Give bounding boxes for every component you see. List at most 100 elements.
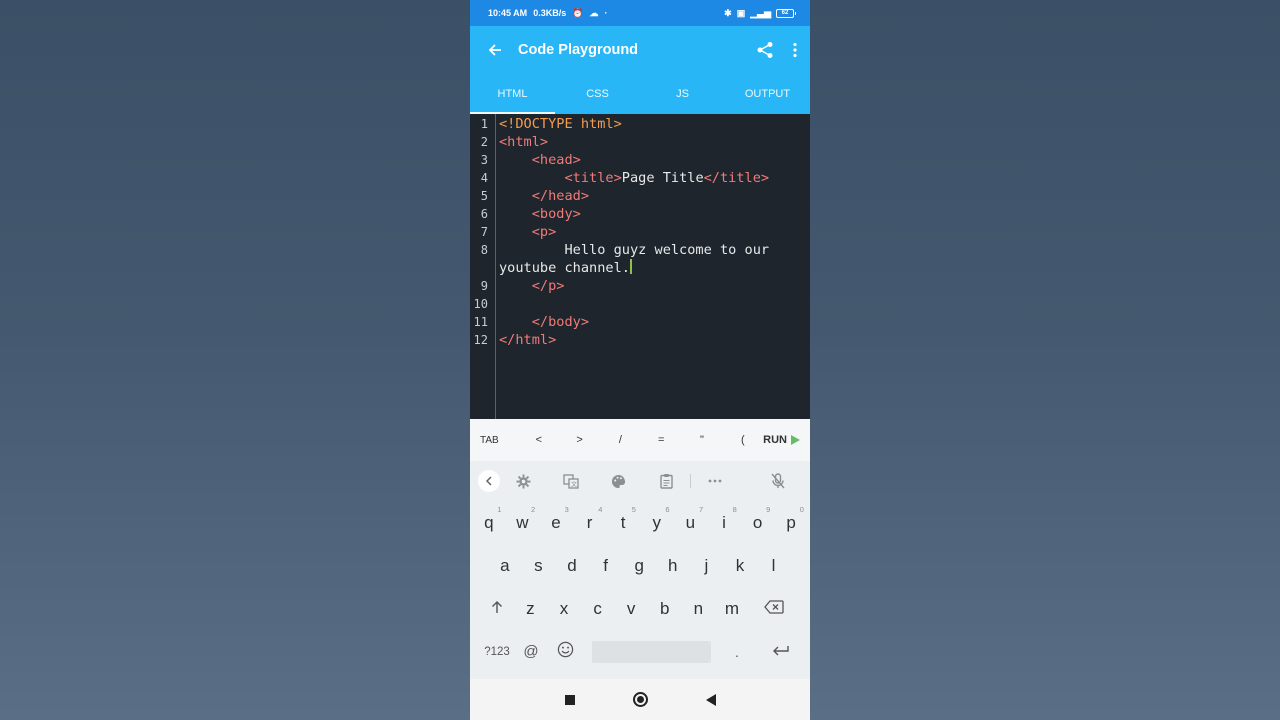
symbol-key-equals[interactable]: = xyxy=(641,434,682,446)
line-number xyxy=(470,259,495,277)
line-number: 3 xyxy=(480,153,488,167)
key-e[interactable]: e3 xyxy=(539,505,573,533)
code-line: </body> xyxy=(499,313,769,331)
play-icon xyxy=(791,435,801,445)
symbol-key-gt[interactable]: > xyxy=(559,434,600,446)
code-token: </title> xyxy=(703,170,770,186)
key-a[interactable]: a xyxy=(488,556,522,576)
code-token: Page Title xyxy=(621,170,704,186)
space-bar[interactable] xyxy=(592,640,711,663)
volte-icon: ▣ xyxy=(736,7,746,18)
key-q[interactable]: q1 xyxy=(472,505,506,533)
code-token: </body> xyxy=(531,314,590,330)
home-icon[interactable] xyxy=(632,692,648,707)
code-token: <title> xyxy=(564,170,622,186)
code-line: <body> xyxy=(499,205,769,223)
tab-html[interactable]: HTML xyxy=(470,74,555,114)
symbol-key-quote[interactable]: " xyxy=(682,434,723,446)
mic-off-icon[interactable] xyxy=(755,473,803,489)
text-cursor xyxy=(629,259,632,274)
translate-icon[interactable]: 文 xyxy=(548,473,596,489)
line-number: 8 xyxy=(480,243,488,257)
code-line: </head> xyxy=(499,187,769,205)
key-u[interactable]: u7 xyxy=(674,505,708,533)
line-number: 9 xyxy=(480,279,488,293)
key-w[interactable]: w2 xyxy=(506,505,540,533)
more-horiz-icon[interactable] xyxy=(691,479,739,483)
code-line: Hello guyz welcome to our xyxy=(499,241,769,259)
emoji-icon[interactable] xyxy=(548,641,582,663)
shift-icon[interactable] xyxy=(480,599,514,619)
keyboard-row-3: z x c v b n m xyxy=(470,587,810,630)
code-editor[interactable]: 1 2 3 4 5 6 7 8 9 10 11 12 <!DOCTYPE htm… xyxy=(470,114,810,419)
tab-css[interactable]: CSS xyxy=(555,74,640,114)
symbol-key-paren[interactable]: ( xyxy=(722,434,763,446)
key-v[interactable]: v xyxy=(614,599,648,619)
more-vert-icon[interactable] xyxy=(792,42,798,58)
app-bar: Code Playground xyxy=(470,26,810,74)
tab-js[interactable]: JS xyxy=(640,74,725,114)
settings-icon[interactable] xyxy=(500,473,548,489)
key-t[interactable]: t5 xyxy=(606,505,640,533)
key-o[interactable]: o9 xyxy=(741,505,775,533)
back-triangle-icon[interactable] xyxy=(705,693,716,706)
key-x[interactable]: x xyxy=(547,599,581,619)
key-at[interactable]: @ xyxy=(514,643,548,660)
keyboard-row-4: ?123 @ . xyxy=(470,630,810,673)
code-content[interactable]: <!DOCTYPE html> <html> <head> <title>Pag… xyxy=(496,114,769,419)
key-l[interactable]: l xyxy=(757,556,791,576)
code-token: </p> xyxy=(531,278,565,294)
network-speed: 0.3KB/s xyxy=(533,8,567,18)
tab-output[interactable]: OUTPUT xyxy=(725,74,810,114)
svg-text:文: 文 xyxy=(571,480,577,488)
key-h[interactable]: h xyxy=(656,556,690,576)
chevron-left-icon[interactable] xyxy=(478,470,500,492)
code-line: </p> xyxy=(499,277,769,295)
enter-icon[interactable] xyxy=(751,642,810,662)
code-line: <p> xyxy=(499,223,769,241)
key-s[interactable]: s xyxy=(522,556,556,576)
backspace-icon[interactable] xyxy=(757,599,791,619)
symbol-key-lt[interactable]: < xyxy=(518,434,559,446)
key-m[interactable]: m xyxy=(715,599,749,619)
code-line: </html> xyxy=(499,331,769,349)
bluetooth-icon: ✱ xyxy=(724,7,732,18)
dot-icon: · xyxy=(604,7,608,18)
keyboard-toolbar: 文 xyxy=(470,461,810,501)
key-f[interactable]: f xyxy=(589,556,623,576)
clipboard-icon[interactable] xyxy=(643,473,691,489)
key-y[interactable]: y6 xyxy=(640,505,674,533)
recents-icon[interactable] xyxy=(564,694,575,705)
key-z[interactable]: z xyxy=(514,599,548,619)
key-r[interactable]: r4 xyxy=(573,505,607,533)
key-k[interactable]: k xyxy=(723,556,757,576)
key-n[interactable]: n xyxy=(682,599,716,619)
key-j[interactable]: j xyxy=(690,556,724,576)
symbol-bar: TAB < > / = " ( RUN xyxy=(470,419,810,461)
cloud-icon: ☁ xyxy=(589,7,599,18)
line-number: 5 xyxy=(480,189,488,203)
key-g[interactable]: g xyxy=(622,556,656,576)
key-b[interactable]: b xyxy=(648,599,682,619)
line-number: 10 xyxy=(473,297,488,311)
tab-bar: HTML CSS JS OUTPUT xyxy=(470,74,810,114)
symbol-key-slash[interactable]: / xyxy=(600,434,641,446)
code-line: <html> xyxy=(499,133,769,151)
code-token: youtube channel. xyxy=(499,260,630,276)
share-icon[interactable] xyxy=(756,41,774,59)
key-i[interactable]: i8 xyxy=(707,505,741,533)
code-token: <!DOCTYPE html> xyxy=(499,116,622,132)
line-number: 2 xyxy=(480,135,488,149)
key-period[interactable]: . xyxy=(723,644,751,660)
symbol-key-tab[interactable]: TAB xyxy=(480,435,518,446)
palette-icon[interactable] xyxy=(595,474,643,489)
key-d[interactable]: d xyxy=(555,556,589,576)
key-p[interactable]: p0 xyxy=(774,505,808,533)
key-c[interactable]: c xyxy=(581,599,615,619)
status-time: 10:45 AM xyxy=(488,8,528,18)
run-button[interactable]: RUN xyxy=(763,434,806,446)
arrow-left-icon[interactable] xyxy=(484,39,506,61)
key-symbols[interactable]: ?123 xyxy=(480,646,514,658)
code-line: <title>Page Title</title> xyxy=(499,169,769,187)
